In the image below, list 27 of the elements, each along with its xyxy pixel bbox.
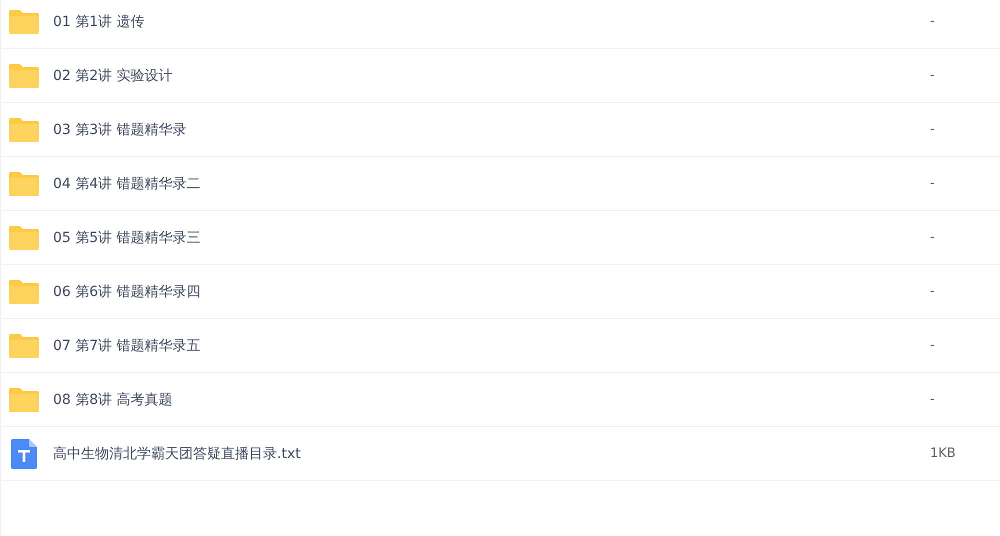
folder-icon xyxy=(8,386,40,412)
file-name[interactable]: 高中生物清北学霸天团答疑直播目录.txt xyxy=(53,444,930,462)
folder-icon xyxy=(8,224,40,250)
folder-icon xyxy=(8,62,40,88)
file-size: - xyxy=(930,14,936,29)
file-name[interactable]: 03 第3讲 错题精华录 xyxy=(53,120,930,138)
file-name[interactable]: 08 第8讲 高考真题 xyxy=(53,390,930,408)
file-size: - xyxy=(930,122,936,137)
file-size: - xyxy=(930,284,936,299)
file-size: - xyxy=(930,338,936,353)
file-name[interactable]: 04 第4讲 错题精华录二 xyxy=(53,174,930,192)
folder-icon xyxy=(8,116,40,142)
folder-icon xyxy=(8,278,40,304)
file-size: - xyxy=(930,68,936,83)
file-name[interactable]: 07 第7讲 错题精华录五 xyxy=(53,336,930,354)
text-file-icon xyxy=(11,438,37,468)
file-name[interactable]: 01 第1讲 遗传 xyxy=(53,12,930,30)
folder-icon xyxy=(8,170,40,196)
file-name[interactable]: 06 第6讲 错题精华录四 xyxy=(53,282,930,300)
folder-icon xyxy=(8,332,40,358)
file-size: - xyxy=(930,392,936,407)
file-size: 1KB xyxy=(930,446,957,461)
file-size: - xyxy=(930,230,936,245)
file-name[interactable]: 05 第5讲 错题精华录三 xyxy=(53,228,930,246)
file-size: - xyxy=(930,176,936,191)
folder-icon xyxy=(8,8,40,34)
file-name[interactable]: 02 第2讲 实验设计 xyxy=(53,66,930,84)
